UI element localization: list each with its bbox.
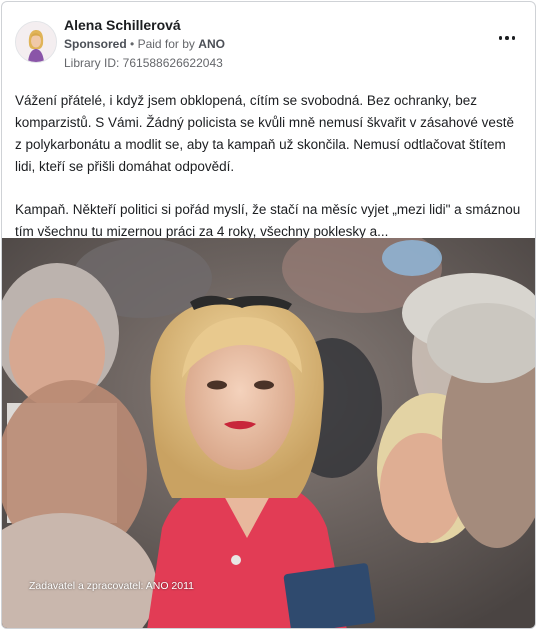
body-paragraph-1: Vážení přátelé, i když jsem obklopená, c… <box>15 93 514 174</box>
avatar[interactable] <box>15 21 57 63</box>
library-id: Library ID: 761588626622043 <box>64 56 223 70</box>
ad-card: Alena Schillerová Sponsored • Paid for b… <box>1 1 536 629</box>
more-options-button[interactable] <box>495 30 519 46</box>
ad-disclaimer-caption: Zadavatel a zpracovatel: ANO 2011 <box>29 580 194 592</box>
more-horizontal-icon <box>498 36 516 40</box>
sponsored-label: Sponsored <box>64 37 127 51</box>
ad-image[interactable] <box>2 238 535 628</box>
paid-for-name[interactable]: ANO <box>198 37 225 51</box>
sponsor-info: Sponsored • Paid for by ANO <box>64 37 225 51</box>
crowd-photo <box>2 238 535 628</box>
profile-photo-icon <box>16 22 56 62</box>
body-paragraph-2: Kampaň. Někteří politici si pořád myslí,… <box>15 202 521 239</box>
separator-dot: • <box>130 37 135 51</box>
page-name[interactable]: Alena Schillerová <box>64 17 181 33</box>
paid-for-label: Paid for by <box>137 37 195 51</box>
ad-header: Alena Schillerová Sponsored • Paid for b… <box>2 2 535 77</box>
